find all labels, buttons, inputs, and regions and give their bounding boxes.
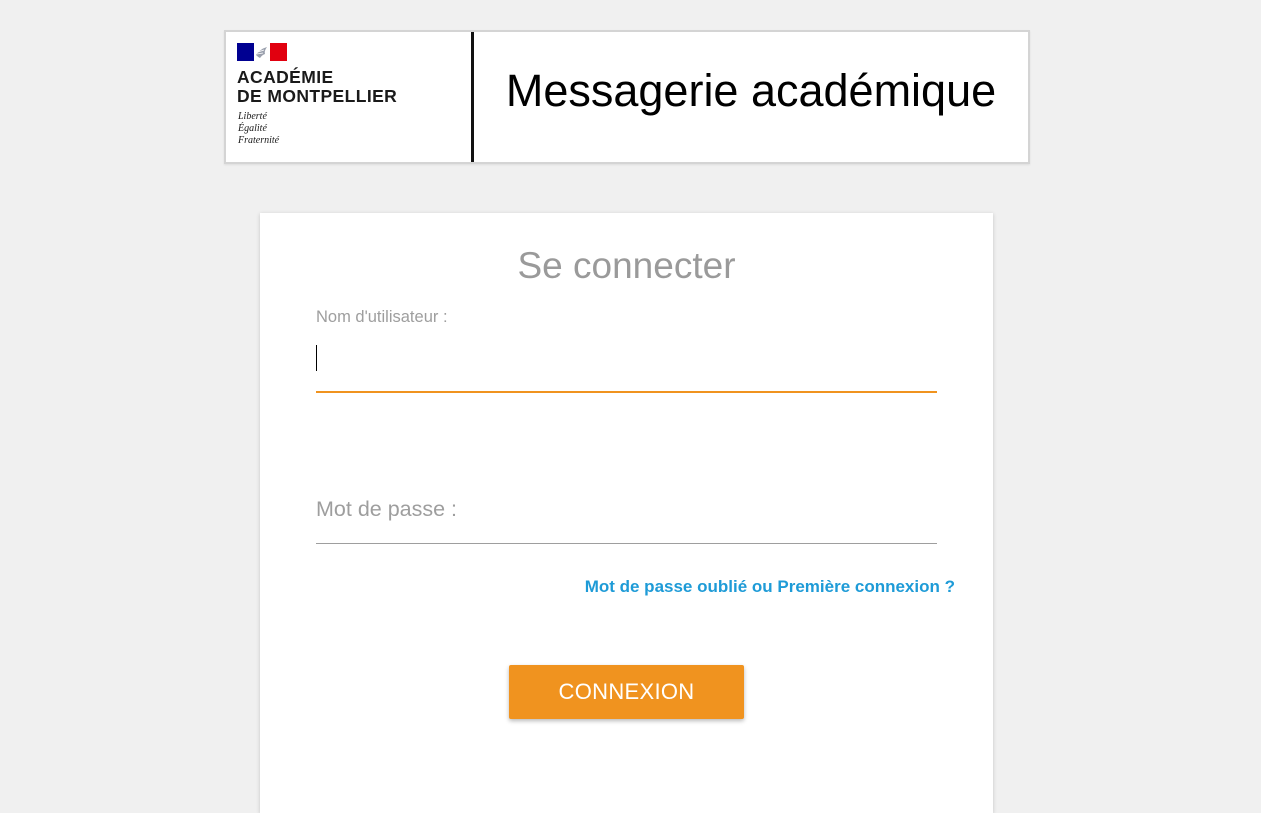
login-card: Se connecter Nom d'utilisateur : Mot de …: [260, 213, 993, 813]
academy-name-line2: DE MONTPELLIER: [237, 86, 398, 106]
motto-egalite: Égalité: [238, 123, 267, 134]
marianne-flag-icon: [237, 43, 287, 61]
academy-name-line1: ACADÉMIE: [237, 67, 334, 87]
login-title: Se connecter: [517, 245, 736, 286]
academy-name: ACADÉMIE DE MONTPELLIER: [237, 68, 397, 106]
password-label: Mot de passe :: [316, 497, 458, 521]
password-input[interactable]: Mot de passe :: [316, 487, 937, 544]
forgot-password-link[interactable]: Mot de passe oublié ou Première connexio…: [585, 577, 955, 597]
motto-fraternite: Fraternité: [238, 135, 280, 146]
username-label: Nom d'utilisateur :: [316, 308, 448, 326]
academy-logo: ACADÉMIE DE MONTPELLIER Liberté Égalité …: [226, 32, 473, 162]
site-title: Messagerie académique: [505, 65, 997, 116]
username-input[interactable]: [316, 337, 937, 393]
republic-motto: Liberté Égalité Fraternité: [238, 111, 279, 147]
motto-liberte: Liberté: [238, 111, 267, 122]
text-caret: [316, 345, 317, 371]
connexion-button[interactable]: CONNEXION: [509, 665, 744, 719]
site-header: ACADÉMIE DE MONTPELLIER Liberté Égalité …: [224, 30, 1030, 164]
